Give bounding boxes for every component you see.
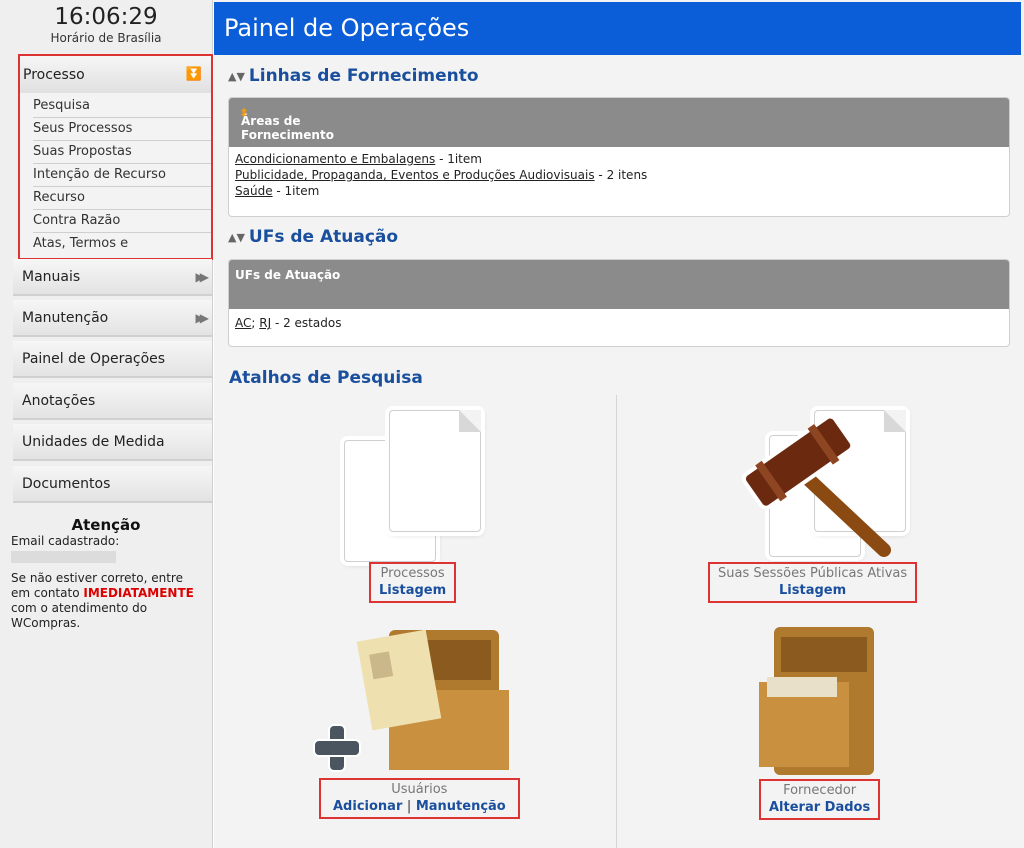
documents-icon[interactable] [344,410,494,562]
uf-link-rj[interactable]: RJ [259,316,271,330]
sort-toggle-icon: ▲▼ [228,231,245,244]
area-link[interactable]: Publicidade, Propaganda, Eventos e Produ… [235,168,595,182]
panel-linhas-body: Acondicionamento e Embalagens - 1item Pu… [229,147,1009,203]
tile-sessoes: Suas Sessões Públicas Ativas Listagem [708,562,918,603]
list-item: Saúde - 1item [235,183,1003,199]
submenu-seus-processos[interactable]: Seus Processos [33,118,211,141]
submenu-pesquisa[interactable]: Pesquisa [33,95,211,118]
menu-anotacoes[interactable]: Anotações [13,383,212,420]
section-ufs-label: UFs de Atuação [248,227,399,247]
panel-ufs-body: AC; RJ - 2 estados [229,309,1009,335]
menu-manutencao[interactable]: Manutenção ▶▶ [13,300,212,337]
attention-msg-highlight: IMEDIATAMENTE [83,586,194,600]
tile-usuarios-links: Adicionar | Manutenção [333,798,506,815]
tile-fornecedor-title: Fornecedor [783,783,857,798]
clock-timezone: Horário de Brasília [50,31,162,45]
tile-processos: Processos Listagem [369,562,457,603]
attention-box: Atenção Email cadastrado: Se não estiver… [0,516,212,631]
double-chevron-down-icon: ⏬ [185,67,202,82]
area-count: - 1item [435,152,482,166]
menu-painel-label: Painel de Operações [22,351,166,367]
areas-header-text: Áreas de Fornecimento [241,114,334,142]
tile-processos-box: Processos Listagem [369,562,457,603]
sidebar: 16:06:29 Horário de Brasília Processo ⏬ … [0,0,213,848]
panel-ufs-header-label: UFs de Atuação [235,268,341,282]
menu-manuais[interactable]: Manuais ▶▶ [13,259,212,296]
usuarios-adicionar-link[interactable]: Adicionar [333,799,402,814]
sessoes-listagem-link[interactable]: Listagem [718,582,907,599]
tile-usuarios-box: Usuários Adicionar | Manutenção [319,778,520,819]
cabinet-add-icon[interactable] [309,620,519,780]
submenu-recurso[interactable]: Recurso [33,187,211,210]
section-linhas-title[interactable]: ▲▼ Linhas de Fornecimento [228,66,479,86]
double-chevron-right-icon: ▶▶ [195,311,210,325]
menu-unidades-label: Unidades de Medida [22,434,165,450]
panel-linhas: Áreas de Fornecimento ⬍ Acondicionamento … [228,97,1010,217]
menu-documentos[interactable]: Documentos [13,466,212,503]
tile-fornecedor: Fornecedor Alterar Dados [759,779,881,820]
cabinet-icon[interactable] [749,622,889,780]
gavel-icon[interactable] [734,405,914,565]
submenu-contra-razao[interactable]: Contra Razão [33,210,211,233]
submenu-atas-termos[interactable]: Atas, Termos e Documentos [33,233,211,273]
tile-usuarios: Usuários Adicionar | Manutenção [319,778,520,819]
tile-sessoes-title: Suas Sessões Públicas Ativas [718,566,908,581]
tile-processos-title: Processos [380,566,445,581]
section-atalhos-title: Atalhos de Pesquisa [229,368,423,388]
page-title: Painel de Operações [224,14,470,42]
panel-linhas-header: Áreas de Fornecimento ⬍ [229,98,1009,147]
processos-listagem-link[interactable]: Listagem [379,582,446,599]
main-content: Painel de Operações ▲▼ Linhas de Fornecim… [214,0,1024,848]
double-chevron-right-icon: ▶▶ [195,270,210,284]
usuarios-manutencao-link[interactable]: Manutenção [416,799,506,814]
menu-painel-operacoes[interactable]: Painel de Operações [13,341,212,378]
usuarios-link-separator: | [406,799,412,814]
panel-ufs: UFs de Atuação AC; RJ - 2 estados [228,259,1010,347]
attention-title: Atenção [71,516,141,534]
list-item: Acondicionamento e Embalagens - 1item [235,151,1003,167]
fornecedor-alterar-link[interactable]: Alterar Dados [769,799,870,816]
page-header: Painel de Operações [214,2,1021,55]
submenu-intencao-recurso[interactable]: Intenção de Recurso [33,164,211,187]
area-link[interactable]: Acondicionamento e Embalagens [235,152,435,166]
clock-time: 16:06:29 [54,4,158,30]
email-value-redacted [11,551,116,563]
submenu-suas-propostas[interactable]: Suas Propostas [33,141,211,164]
tile-usuarios-title: Usuários [391,782,448,797]
email-label: Email cadastrado: [11,534,120,548]
menu-manutencao-label: Manutenção [22,310,109,326]
shortcuts-divider [616,395,617,848]
attention-message: Se não estiver correto, entre em contato… [0,571,212,631]
clock: 16:06:29 Horário de Brasília [0,0,212,46]
area-count: - 1item [272,184,320,198]
section-ufs-title[interactable]: ▲▼ UFs de Atuação [228,227,398,247]
menu-processo-label: Processo [23,67,85,83]
uf-count: - 2 estados [271,316,342,330]
attention-msg-after: com o atendimento do WCompras. [11,601,148,630]
menu-documentos-label: Documentos [22,476,111,492]
sort-toggle-icon: ▲▼ [228,70,245,83]
tile-fornecedor-box: Fornecedor Alterar Dados [759,779,881,820]
panel-linhas-header-label[interactable]: Áreas de Fornecimento ⬍ [235,106,334,142]
menu-processo: Processo ⏬ Pesquisa Seus Processos Suas … [18,54,213,273]
uf-link-ac[interactable]: AC [235,316,251,330]
menu-processo-header[interactable]: Processo ⏬ [20,56,211,93]
panel-ufs-header: UFs de Atuação [229,260,1009,309]
tile-sessoes-box: Suas Sessões Públicas Ativas Listagem [708,562,918,603]
menu-unidades-medida[interactable]: Unidades de Medida [13,424,212,461]
area-count: - 2 itens [594,168,648,182]
area-link[interactable]: Saúde [235,184,273,198]
section-linhas-label: Linhas de Fornecimento [248,66,479,86]
menu-manuais-label: Manuais [22,269,81,285]
menu-anotacoes-label: Anotações [22,393,96,409]
list-item: Publicidade, Propaganda, Eventos e Produ… [235,167,1003,183]
